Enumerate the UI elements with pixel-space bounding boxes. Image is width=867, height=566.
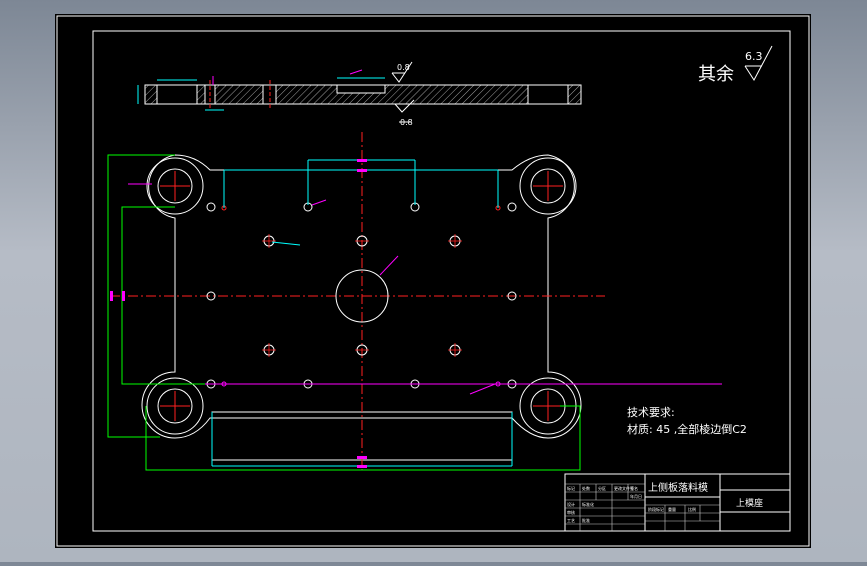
drawing-canvas: 0.8 0.8 其余 6.3 技术要求: 材质: 45 ,全部棱边倒C2 上侧板… [55,14,811,548]
section-void-center [336,84,386,94]
roughness-other-value: 6.3 [745,50,763,63]
cad-viewport[interactable]: 0.8 0.8 其余 6.3 技术要求: 材质: 45 ,全部棱边倒C2 上侧板… [0,0,867,562]
title-block-small-label: 分区 [598,485,606,491]
title-block-small-label: 标记 [567,485,575,491]
title-block-small-label: 阶段标记 [648,506,664,512]
roughness-bottom-value: 0.8 [400,118,413,127]
title-block-small-label: 重量 [668,506,676,512]
title-block-small-label: 工艺 [567,518,575,523]
tech-requirements-material: 材质: 45 ,全部棱边倒C2 [627,422,747,436]
title-block-small-label: 比例 [688,506,696,512]
title-block-part-name: 上模座 [736,497,763,509]
title-block-drawing-title: 上侧板落料模 [648,481,708,494]
title-block-small-label: 批准 [582,517,590,523]
title-block-small-label: 处数 [582,485,590,491]
dim-text-marker [110,291,113,301]
section-void-right [527,84,569,105]
title-block-small-label: 设计 [567,501,575,507]
title-block-small-label: 签名 [630,485,638,491]
roughness-top-value: 0.8 [397,63,410,72]
dim-text-marker [122,291,125,301]
section-void-left [156,84,198,105]
title-block-small-label: 标准化 [582,501,594,507]
title-block-small-label: 审核 [567,509,575,515]
roughness-other-label: 其余 [698,64,734,85]
tech-requirements-heading: 技术要求: [627,406,675,419]
title-block-small-label: 年月日 [630,493,642,499]
